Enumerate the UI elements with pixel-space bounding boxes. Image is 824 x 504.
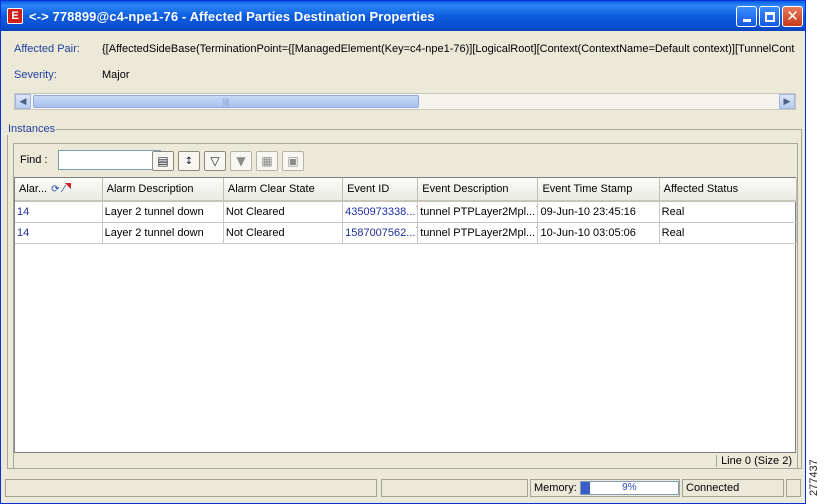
figure-number: 277437 xyxy=(808,459,820,496)
save-table-button[interactable]: ▤ xyxy=(152,151,174,171)
memory-indicator: Memory: 9% xyxy=(530,479,680,497)
status-cell-secondary xyxy=(381,479,528,497)
cell-alarm-clear-state: Not Cleared xyxy=(223,222,344,244)
print-button[interactable]: ▣ xyxy=(282,151,304,171)
window-title: <-> 778899@c4-npe1-76 - Affected Parties… xyxy=(29,8,435,24)
cell-affected-status: Real xyxy=(659,201,798,223)
cell-alarm-description: Layer 2 tunnel down xyxy=(102,201,224,223)
cell-alarm-description: Layer 2 tunnel down xyxy=(102,222,224,244)
filter-marker-icon xyxy=(65,183,72,189)
status-bar: Memory: 9% Connected xyxy=(1,477,805,499)
cell-alarm-clear-state: Not Cleared xyxy=(223,201,344,223)
chevron-right-icon: ▶ xyxy=(783,96,791,107)
column-header-event-id[interactable]: Event ID xyxy=(342,178,419,202)
connection-status-text: Connected xyxy=(686,482,740,494)
minimize-button[interactable] xyxy=(736,6,757,27)
column-header-alarm[interactable]: Alar... ⟳ ⁄ xyxy=(15,178,103,202)
connection-status: Connected xyxy=(682,479,784,497)
find-input[interactable] xyxy=(58,150,161,170)
cell-alarm[interactable]: 14 xyxy=(15,201,103,223)
minimize-icon xyxy=(742,19,751,22)
print-icon: ▣ xyxy=(287,154,299,168)
cell-event-id[interactable]: 4350973338... xyxy=(342,201,419,223)
memory-percent: 9% xyxy=(622,482,637,493)
cell-event-time-stamp: 09-Jun-10 23:45:16 xyxy=(537,201,660,223)
horizontal-scrollbar[interactable]: ◀ ||| ▶ xyxy=(14,93,796,110)
severity-value: Major xyxy=(102,69,130,81)
cell-event-time-stamp: 10-Jun-10 03:05:06 xyxy=(537,222,660,244)
maximize-button[interactable] xyxy=(759,6,780,27)
properties-window: E <-> 778899@c4-npe1-76 - Affected Parti… xyxy=(0,0,806,504)
cell-affected-status: Real xyxy=(659,222,798,244)
sort-az-icon: ↕ xyxy=(184,155,194,167)
line-status-text: Line 0 (Size 2) xyxy=(716,455,792,467)
resize-grip[interactable] xyxy=(786,479,801,497)
column-header-event-time-stamp[interactable]: Event Time Stamp xyxy=(537,178,660,202)
filter-advanced-button[interactable]: ▼ xyxy=(230,151,252,171)
table-row[interactable]: 14 Layer 2 tunnel down Not Cleared 15870… xyxy=(15,222,798,244)
grip-icon: ||| xyxy=(222,97,230,106)
sort-indicator-icon: ⟳ ⁄ xyxy=(51,184,65,195)
scrollbar-thumb[interactable]: ||| xyxy=(33,95,419,108)
sort-button[interactable]: ↕ xyxy=(178,151,200,171)
column-header-alarm-clear-state[interactable]: Alarm Clear State xyxy=(223,178,344,202)
column-header-alarm-description[interactable]: Alarm Description xyxy=(102,178,224,202)
column-header-event-description[interactable]: Event Description xyxy=(417,178,539,202)
table-row[interactable]: 14 Layer 2 tunnel down Not Cleared 43509… xyxy=(15,201,798,223)
affected-pair-label: Affected Pair: xyxy=(14,43,80,55)
scroll-left-button[interactable]: ◀ xyxy=(15,94,31,109)
app-icon: E xyxy=(7,8,23,24)
memory-progress-bar: 9% xyxy=(579,481,679,495)
find-label: Find : xyxy=(20,154,48,166)
severity-label: Severity: xyxy=(14,69,57,81)
title-bar[interactable]: E <-> 778899@c4-npe1-76 - Affected Parti… xyxy=(1,1,805,31)
export-icon: ▦ xyxy=(261,154,273,168)
scroll-right-button[interactable]: ▶ xyxy=(779,94,795,109)
close-icon: ✕ xyxy=(786,7,799,25)
cell-alarm[interactable]: 14 xyxy=(15,222,103,244)
instances-legend: Instances xyxy=(7,123,57,135)
filter-icon: ▽ xyxy=(210,154,220,168)
instances-table: Alar... ⟳ ⁄ Alarm Description Alarm Clear… xyxy=(14,177,798,453)
column-header-affected-status[interactable]: Affected Status xyxy=(659,178,798,202)
cell-event-description: tunnel PTPLayer2Mpl... xyxy=(417,201,539,223)
chevron-left-icon: ◀ xyxy=(19,96,27,107)
status-cell-main xyxy=(5,479,377,497)
table-header-row: Alar... ⟳ ⁄ Alarm Description Alarm Clear… xyxy=(15,178,798,202)
filter-plus-icon: ▼ xyxy=(236,154,246,168)
filter-button[interactable]: ▽ xyxy=(204,151,226,171)
floppy-disk-icon: ▤ xyxy=(157,154,169,168)
memory-label: Memory: xyxy=(534,482,577,494)
table-toolbar: Find : ▤ ↕ ▽ ▼ ▦ ▣ xyxy=(14,147,314,173)
maximize-icon xyxy=(764,11,775,22)
cell-event-id[interactable]: 1587007562... xyxy=(342,222,419,244)
affected-pair-value: {[AffectedSideBase(TerminationPoint={[Ma… xyxy=(102,43,795,55)
export-button[interactable]: ▦ xyxy=(256,151,278,171)
cell-event-description: tunnel PTPLayer2Mpl... xyxy=(417,222,539,244)
close-button[interactable]: ✕ xyxy=(782,6,803,27)
table-line-status: Line 0 (Size 2) xyxy=(14,453,796,469)
